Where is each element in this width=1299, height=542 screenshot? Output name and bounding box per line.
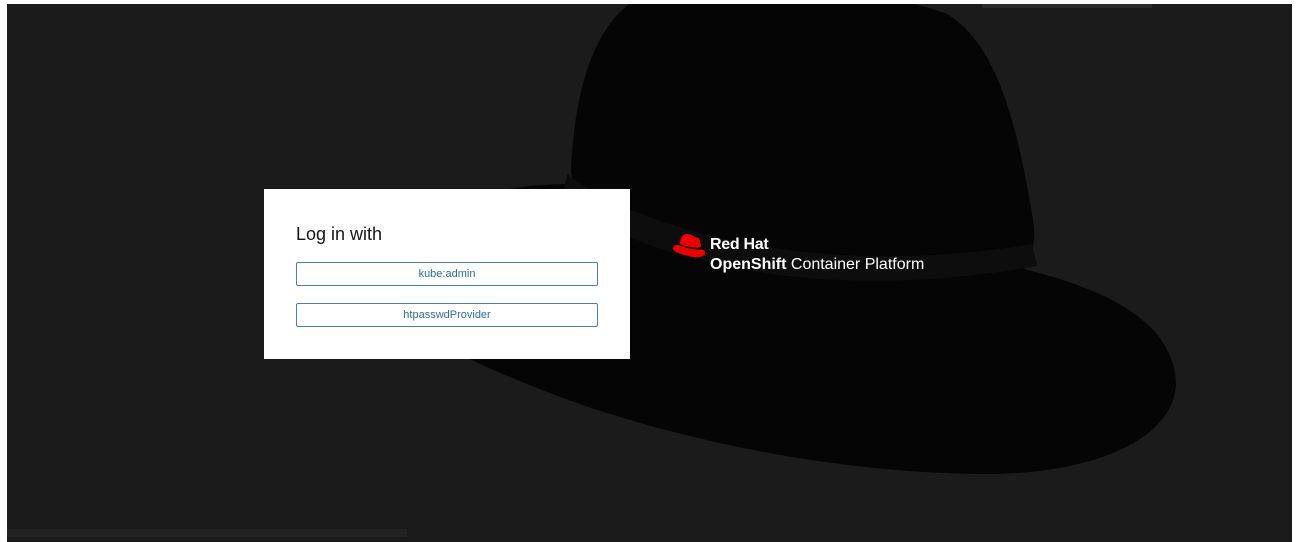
kubeadmin-provider-button[interactable]: kube:admin bbox=[296, 262, 598, 286]
bottom-scroll-indicator bbox=[7, 529, 407, 537]
brand-product-strong: OpenShift bbox=[710, 256, 787, 273]
login-page-background: Log in with kube:admin htpasswdProvider … bbox=[7, 4, 1292, 542]
brand-company-name: Red Hat bbox=[710, 236, 769, 253]
brand-logo-block: Red Hat OpenShift Container Platform bbox=[671, 232, 971, 282]
redhat-fedora-icon bbox=[672, 234, 706, 258]
top-scroll-indicator bbox=[982, 4, 1152, 8]
htpasswd-provider-button[interactable]: htpasswdProvider bbox=[296, 303, 598, 327]
fedora-hat-background-graphic bbox=[383, 4, 1176, 474]
brand-product-name: OpenShift Container Platform bbox=[710, 255, 924, 275]
brand-product-rest: Container Platform bbox=[786, 256, 925, 273]
login-title: Log in with bbox=[296, 224, 383, 244]
login-card: Log in with kube:admin htpasswdProvider bbox=[264, 189, 630, 359]
